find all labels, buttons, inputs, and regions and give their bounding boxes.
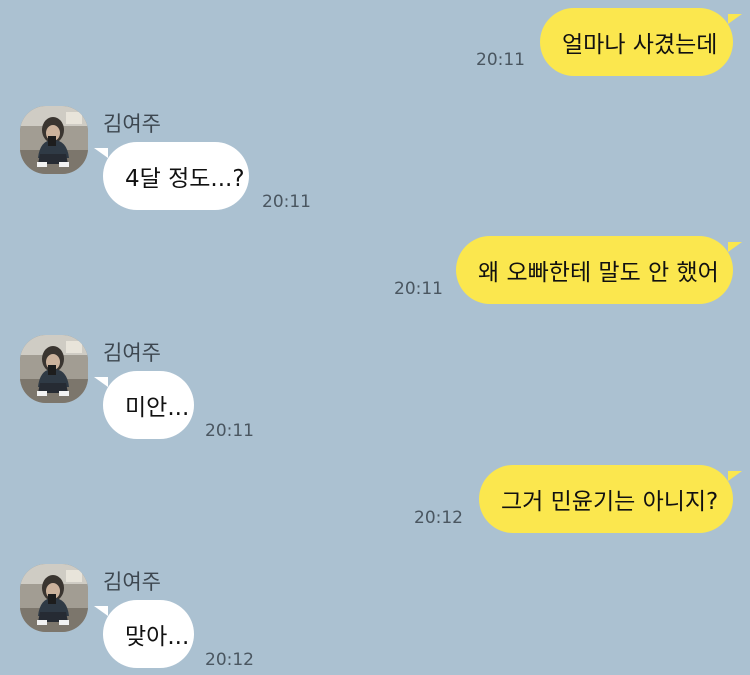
message-bubble-outgoing[interactable]: 그거 민윤기는 아니지?: [479, 465, 742, 533]
sender-avatar[interactable]: [20, 335, 88, 403]
sender-avatar[interactable]: [20, 564, 88, 632]
message-bubble-outgoing[interactable]: 얼마나 사겼는데: [540, 8, 742, 76]
message-bubble-incoming[interactable]: 4달 정도...?: [94, 142, 249, 210]
message-bubble-outgoing[interactable]: 왜 오빠한테 말도 안 했어: [456, 236, 742, 304]
sender-avatar[interactable]: [20, 106, 88, 174]
message-bubble-incoming[interactable]: 맞아...: [94, 600, 194, 668]
sender-name: 김여주: [103, 341, 161, 365]
message-timestamp: 20:12: [414, 508, 463, 528]
profile-photo-icon: [20, 106, 88, 174]
sender-name: 김여주: [103, 112, 161, 136]
message-bubble-incoming[interactable]: 미안...: [94, 371, 194, 439]
message-timestamp: 20:11: [394, 279, 443, 299]
message-timestamp: 20:12: [205, 650, 254, 670]
profile-photo-icon: [20, 564, 88, 632]
message-timestamp: 20:11: [205, 421, 254, 441]
profile-photo-icon: [20, 335, 88, 403]
message-timestamp: 20:11: [262, 192, 311, 212]
message-timestamp: 20:11: [476, 50, 525, 70]
sender-name: 김여주: [103, 570, 161, 594]
